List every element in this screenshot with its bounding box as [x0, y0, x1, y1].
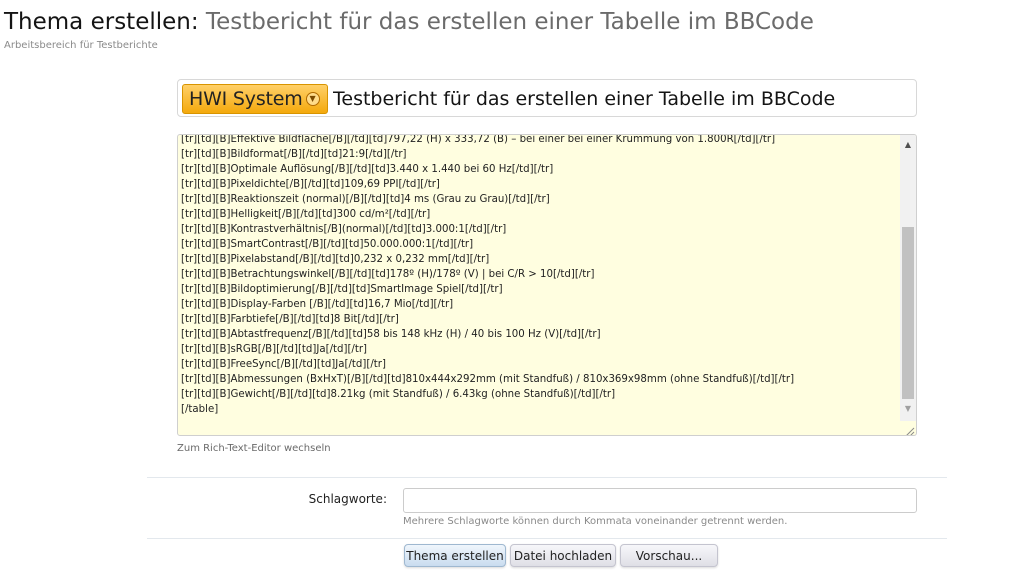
editor-line: [tr][td][B]Display-Farben [/B][/td][td]1…	[181, 299, 454, 310]
editor-scrollbar[interactable]: ▲ ▼	[900, 135, 916, 421]
editor-line: [tr][td][B]Bildformat[/B][/td][td]21:9[/…	[181, 149, 407, 160]
resize-grip-icon[interactable]	[903, 422, 915, 435]
editor-line: [tr][td][B]Farbtiefe[/B][/td][td]8 Bit[/…	[181, 314, 399, 325]
thread-title-input[interactable]	[333, 85, 911, 113]
editor-line: [tr][td][B]FreeSync[/B][/td][td]Ja[/td][…	[181, 359, 386, 370]
page-title: Thema erstellen: Testbericht für das ers…	[4, 8, 814, 36]
editor-content[interactable]: [tr][td][B]Effektive Bildfläche[/B][/td]…	[181, 134, 899, 417]
editor-line: [tr][td][B]Effektive Bildfläche[/B][/td]…	[181, 134, 776, 145]
editor-line: [/table]	[181, 404, 219, 415]
prefix-label: HWI System	[189, 88, 303, 110]
scrollbar-thumb[interactable]	[902, 227, 914, 399]
editor-line: [tr][td][B]Pixelabstand[/B][/td][td]0,23…	[181, 254, 490, 265]
create-thread-button[interactable]: Thema erstellen	[404, 544, 506, 567]
tags-input[interactable]	[403, 488, 917, 513]
thread-title-row: HWI System ▼	[177, 79, 917, 117]
editor-line: [tr][td][B]Bildoptimierung[/B][/td][td]S…	[181, 284, 503, 295]
breadcrumb-forum[interactable]: Arbeitsbereich für Testberichte	[4, 40, 158, 51]
chevron-down-icon: ▼	[305, 92, 320, 106]
rich-text-toggle-link[interactable]: Zum Rich-Text-Editor wechseln	[177, 443, 331, 454]
divider	[147, 538, 947, 539]
editor-line: [tr][td][B]Abmessungen (BxHxT)[/B][/td][…	[181, 374, 795, 385]
arrow-down-icon[interactable]: ▼	[900, 403, 916, 415]
editor-line: [tr][td][B]Reaktionszeit (normal)[/B][/t…	[181, 194, 550, 205]
arrow-up-icon[interactable]: ▲	[900, 139, 916, 151]
preview-button[interactable]: Vorschau...	[620, 544, 718, 567]
editor-line: [tr][td][B]SmartContrast[/B][/td][td]50.…	[181, 239, 474, 250]
tags-label: Schlagworte:	[308, 492, 387, 506]
editor-line: [tr][td][B]Optimale Auflösung[/B][/td][t…	[181, 164, 554, 175]
editor-line: [tr][td][B]Kontrastverhältnis[/B](normal…	[181, 224, 507, 235]
editor-line: [tr][td][B]Pixeldichte[/B][/td][td]109,6…	[181, 179, 440, 190]
upload-file-button[interactable]: Datei hochladen	[510, 544, 616, 567]
editor-line: [tr][td][B]Betrachtungswinkel[/B][/td][t…	[181, 269, 595, 280]
editor-line: [tr][td][B]sRGB[/B][/td][td]Ja[/td][/tr]	[181, 344, 368, 355]
prefix-dropdown[interactable]: HWI System ▼	[182, 84, 328, 114]
page-title-prefix: Thema erstellen:	[4, 9, 199, 35]
editor-line: [tr][td][B]Helligkeit[/B][/td][td]300 cd…	[181, 209, 431, 220]
divider	[147, 477, 947, 478]
bbcode-editor[interactable]: [tr][td][B]Effektive Bildfläche[/B][/td]…	[177, 134, 917, 436]
editor-line: [tr][td][B]Abtastfrequenz[/B][/td][td]58…	[181, 329, 601, 340]
tags-hint: Mehrere Schlagworte können durch Kommata…	[403, 516, 788, 527]
editor-line: [tr][td][B]Gewicht[/B][/td][td]8.21kg (m…	[181, 389, 616, 400]
page-title-subject: Testbericht für das erstellen einer Tabe…	[205, 9, 814, 35]
